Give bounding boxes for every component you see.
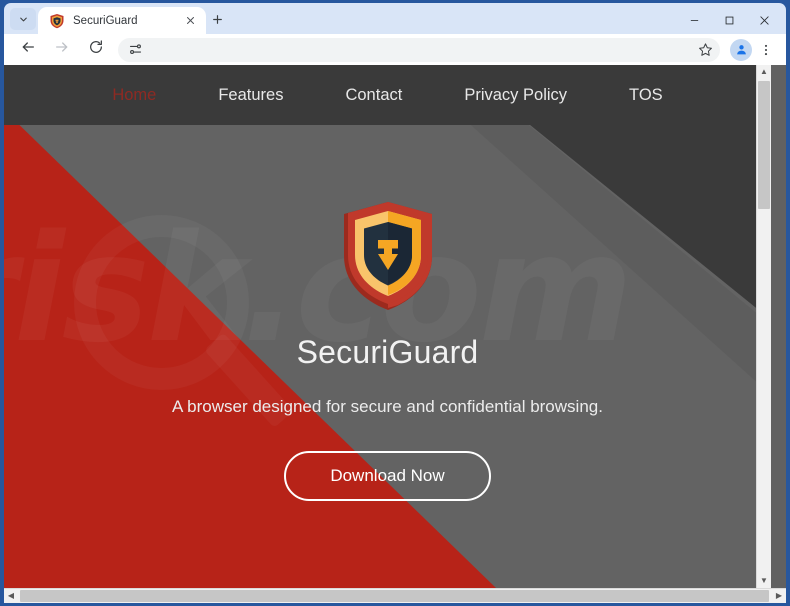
minimize-button[interactable] [677, 6, 712, 37]
browser-window: SecuriGuard Home Features Contact Privac… [0, 0, 790, 606]
hero-brand-title: SecuriGuard [296, 334, 479, 370]
minimize-icon [689, 13, 700, 31]
scroll-down-button[interactable]: ▼ [757, 574, 771, 588]
nav-link-contact[interactable]: Contact [345, 86, 402, 105]
toolbar-right-actions [724, 38, 782, 62]
site-nav-links: Home Features Contact Privacy Policy TOS [4, 65, 771, 125]
window-close-icon [759, 13, 770, 31]
window-controls [677, 6, 782, 37]
forward-button[interactable] [49, 37, 75, 63]
scroll-up-arrow-icon: ▲ [760, 67, 768, 76]
maximize-button[interactable] [712, 6, 747, 37]
back-arrow-icon [20, 39, 36, 60]
reload-button[interactable] [83, 37, 109, 63]
web-page: risk.com Home Features Contact Privacy P… [4, 65, 771, 588]
profile-avatar-icon[interactable] [730, 38, 752, 61]
nav-link-privacy-policy[interactable]: Privacy Policy [464, 86, 567, 105]
star-icon[interactable] [696, 41, 714, 59]
plus-icon [211, 12, 224, 29]
download-now-button[interactable]: Download Now [284, 451, 491, 501]
horizontal-scrollbar-thumb[interactable] [20, 590, 769, 602]
page-viewport: risk.com Home Features Contact Privacy P… [4, 65, 786, 588]
horizontal-scrollbar[interactable]: ◀ ▶ [4, 588, 786, 603]
vertical-scrollbar[interactable]: ▲ ▼ [756, 65, 771, 588]
hero-section: SecuriGuard A browser designed for secur… [4, 125, 771, 588]
browser-tab[interactable]: SecuriGuard [38, 7, 206, 34]
tab-search-button[interactable] [10, 8, 36, 30]
maximize-icon [724, 13, 735, 31]
new-tab-button[interactable] [207, 10, 228, 31]
browser-toolbar [4, 34, 786, 65]
address-input[interactable] [144, 42, 720, 57]
site-navbar: Home Features Contact Privacy Policy TOS [4, 65, 771, 125]
back-button[interactable] [15, 37, 41, 63]
vertical-scrollbar-thumb[interactable] [758, 81, 770, 209]
scroll-right-button[interactable]: ▶ [772, 589, 786, 603]
close-window-button[interactable] [747, 6, 782, 37]
scroll-right-arrow-icon: ▶ [775, 591, 783, 600]
tab-strip: SecuriGuard [4, 3, 786, 34]
address-bar[interactable] [118, 37, 720, 62]
forward-arrow-icon [54, 39, 70, 60]
tune-icon[interactable] [126, 41, 144, 59]
nav-link-tos[interactable]: TOS [629, 86, 663, 105]
scroll-up-button[interactable]: ▲ [757, 65, 771, 79]
hero-tagline: A browser designed for secure and confid… [172, 397, 603, 416]
nav-link-home[interactable]: Home [112, 86, 156, 105]
tab-title: SecuriGuard [73, 14, 138, 27]
reload-icon [88, 39, 104, 60]
securiguard-shield-logo [343, 202, 432, 310]
chevron-down-icon [18, 14, 29, 25]
scroll-left-arrow-icon: ◀ [7, 591, 15, 600]
kebab-menu-icon[interactable] [754, 38, 778, 62]
scroll-left-button[interactable]: ◀ [4, 589, 18, 603]
scroll-down-arrow-icon: ▼ [760, 576, 768, 585]
close-icon[interactable] [181, 12, 199, 30]
nav-link-features[interactable]: Features [218, 86, 283, 105]
shield-favicon [49, 13, 65, 29]
